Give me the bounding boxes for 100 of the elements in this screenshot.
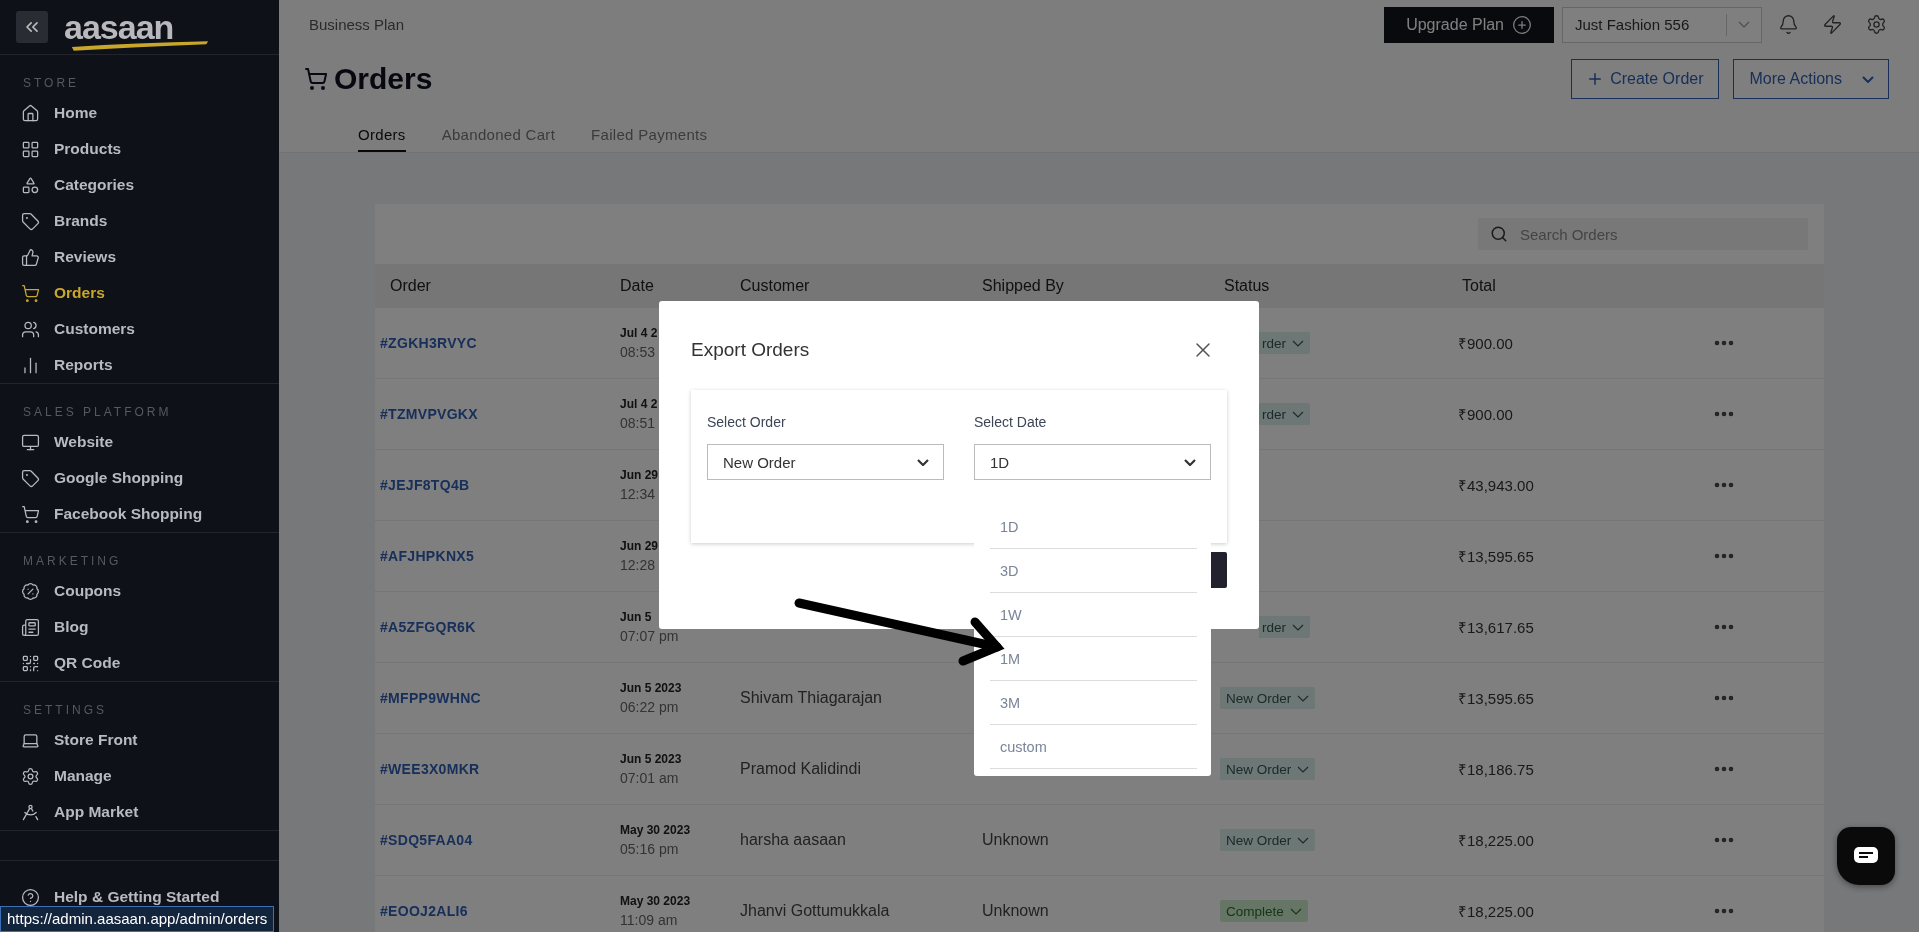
tab[interactable]: Failed Payments xyxy=(591,126,708,152)
create-order-button[interactable]: Create Order xyxy=(1571,59,1719,100)
section-title: SETTINGS xyxy=(22,702,108,718)
order-total: ₹43,943.00 xyxy=(1458,476,1534,495)
nav-item[interactable]: Store Front xyxy=(0,722,279,758)
store-select[interactable]: Just Fashion 556 xyxy=(1562,6,1762,43)
dropdown-option[interactable]: 1D xyxy=(990,505,1197,549)
dropdown-option[interactable]: 1W xyxy=(990,593,1197,637)
nav-item[interactable]: QR Code xyxy=(0,645,279,681)
chat-button[interactable] xyxy=(1837,827,1895,885)
chevron-icon xyxy=(1862,75,1874,83)
nav-item[interactable]: App Market xyxy=(0,794,279,830)
grid-icon xyxy=(21,139,40,159)
order-total: ₹13,617.65 xyxy=(1458,618,1534,637)
order-date: Jul 4 2 xyxy=(620,397,658,411)
order-date: Jul 4 2 xyxy=(620,326,658,340)
chevron-icon xyxy=(1738,21,1750,29)
nav-item[interactable]: Website xyxy=(0,424,279,460)
order-time: 05:16 pm xyxy=(620,841,679,857)
tab[interactable]: Abandoned Cart xyxy=(441,126,556,152)
newspaper-icon xyxy=(21,617,40,637)
nav-item[interactable]: Orders xyxy=(0,275,279,311)
order-date: Jun 5 2023 xyxy=(620,681,682,695)
dialog-title: Export Orders xyxy=(691,338,810,361)
more-actions-button[interactable]: More Actions xyxy=(1732,59,1889,100)
customer-name: Shivam Thiagarajan xyxy=(739,689,882,706)
status-tag[interactable]: rder xyxy=(1259,403,1310,425)
dropdown-option[interactable]: 3D xyxy=(990,549,1197,593)
nav-item[interactable]: Categories xyxy=(0,167,279,203)
column-header: Customer xyxy=(739,277,811,295)
order-total: ₹18,225.00 xyxy=(1458,902,1534,921)
help-link[interactable]: Help & Getting Started xyxy=(21,887,220,907)
nav-item[interactable]: Reports xyxy=(0,347,279,383)
nav-item[interactable]: Manage xyxy=(0,758,279,794)
customer-name: harsha aasaan xyxy=(739,831,846,848)
status-tag[interactable]: Complete xyxy=(1220,900,1308,922)
order-time: 07:07 pm xyxy=(620,628,679,644)
status-tag[interactable]: New Order xyxy=(1220,687,1316,709)
help-icon xyxy=(21,887,40,907)
nav-item[interactable]: Facebook Shopping xyxy=(0,496,279,532)
nav-item[interactable]: Brands xyxy=(0,203,279,239)
order-date: May 30 2023 xyxy=(620,823,691,837)
order-link[interactable]: #ZGKH3RVYC xyxy=(375,335,477,351)
order-time: 11:09 am xyxy=(620,912,678,928)
column-header: Order xyxy=(389,277,432,295)
date-select[interactable]: 1D xyxy=(974,444,1211,480)
order-time: 06:22 pm xyxy=(620,699,679,715)
dropdown-option[interactable]: custom xyxy=(990,725,1197,769)
shapes-icon xyxy=(21,175,40,195)
chevron-icon xyxy=(1292,410,1304,418)
section-title: MARKETING xyxy=(22,553,123,569)
order-date: May 30 2023 xyxy=(620,894,691,908)
order-link[interactable]: #SDQ5FAA04 xyxy=(375,832,473,848)
order-time: 12:28 xyxy=(620,557,656,573)
bar-chart-icon xyxy=(21,355,40,375)
chevron-icon xyxy=(1292,339,1304,347)
nav-item[interactable]: Reviews xyxy=(0,239,279,275)
order-link[interactable]: #EOOJ2ALI6 xyxy=(375,903,468,919)
section-title: SALES PLATFORM xyxy=(22,404,173,420)
status-tag[interactable]: New Order xyxy=(1220,758,1316,780)
order-link[interactable]: #TZMVPVGKX xyxy=(375,406,478,422)
dropdown-option[interactable]: 1M xyxy=(990,637,1197,681)
nav-item[interactable]: Products xyxy=(0,131,279,167)
field-label: Select Date xyxy=(974,414,1048,430)
order-total: ₹900.00 xyxy=(1458,334,1513,353)
chevron-icon xyxy=(917,458,929,466)
nav-item[interactable]: Google Shopping xyxy=(0,460,279,496)
nav-item[interactable]: Customers xyxy=(0,311,279,347)
tab[interactable]: Orders xyxy=(358,126,406,152)
dropdown-option[interactable]: 3M xyxy=(990,681,1197,725)
status-tag[interactable]: rder xyxy=(1259,616,1310,638)
upgrade-button[interactable]: Upgrade Plan xyxy=(1384,6,1554,43)
status-tag[interactable]: New Order xyxy=(1220,829,1316,851)
plus-icon xyxy=(1512,14,1532,35)
nav-item[interactable]: Home xyxy=(0,95,279,131)
tag-icon xyxy=(21,211,40,231)
column-header: Status xyxy=(1223,277,1271,295)
order-time: 07:01 am xyxy=(620,770,679,786)
field-label: Select Order xyxy=(707,414,787,430)
compass-icon xyxy=(21,802,40,822)
order-date: Jun 29 xyxy=(620,468,658,482)
order-link[interactable]: #WEE3X0MKR xyxy=(375,761,480,777)
order-link[interactable]: #AFJHPKNX5 xyxy=(375,548,475,564)
nav-item[interactable]: Blog xyxy=(0,609,279,645)
shipped-by: Unknown xyxy=(981,902,1049,919)
page-title: Orders xyxy=(334,62,433,97)
collapse-button[interactable] xyxy=(16,11,48,43)
order-time: 08:53 xyxy=(620,344,656,360)
monitor-icon xyxy=(21,432,40,452)
search-icon xyxy=(1490,225,1508,243)
thumbs-up-icon xyxy=(21,247,40,267)
nav-item[interactable]: Coupons xyxy=(0,573,279,609)
tag-icon xyxy=(21,468,40,488)
status-tag[interactable]: rder xyxy=(1259,332,1310,354)
order-link[interactable]: #A5ZFGQR6K xyxy=(375,619,476,635)
shipped-by: Unknown xyxy=(981,831,1049,848)
order-link[interactable]: #MFPP9WHNC xyxy=(375,690,481,706)
order-select[interactable]: New Order xyxy=(707,444,944,480)
order-link[interactable]: #JEJF8TQ4B xyxy=(375,477,470,493)
url-tooltip: https://admin.aasaan.app/admin/orders xyxy=(0,906,275,932)
